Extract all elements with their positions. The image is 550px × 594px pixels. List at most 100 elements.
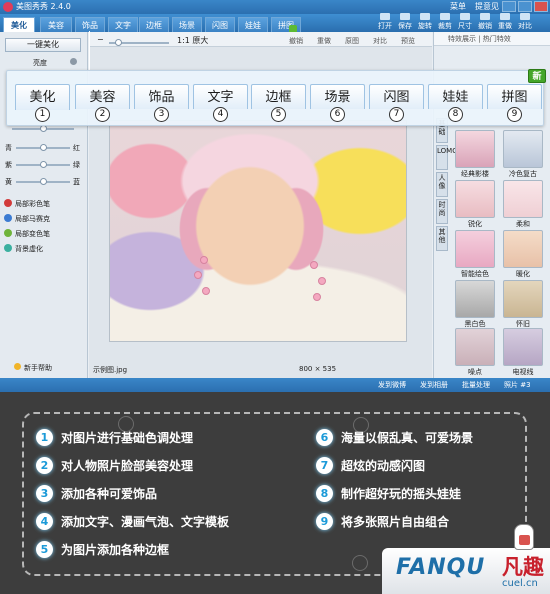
side-tab-lomo[interactable]: LOMO [436, 145, 458, 170]
share-weibo-link[interactable]: 发到微博 [378, 378, 406, 392]
effect-thumb[interactable]: 怀旧 [500, 280, 546, 330]
redo-button[interactable]: 重做 [494, 13, 516, 31]
app-title: 美图秀秀 2.4.0 [16, 2, 71, 11]
blur-icon [4, 244, 12, 252]
feedback-link[interactable]: 提意见 [475, 0, 499, 14]
background-blur[interactable]: 背景虚化 [4, 244, 43, 254]
preview-button[interactable]: 预览 [401, 36, 415, 46]
headphone-bead [200, 256, 208, 264]
effect-thumb[interactable]: 锐化 [452, 180, 498, 230]
effect-thumb[interactable]: 冷色复古 [500, 130, 546, 180]
number-badge: 6 [330, 107, 345, 122]
brightness-label: 亮度 [33, 59, 47, 67]
undo-button[interactable]: 撤销 [474, 13, 496, 31]
photo-canvas[interactable] [109, 120, 407, 342]
brightness-slider[interactable] [12, 125, 74, 132]
color-left-label: 黄 [5, 178, 12, 186]
reset-icon[interactable] [70, 58, 77, 65]
purple-green-slider[interactable] [16, 161, 70, 168]
batch-process-link[interactable]: 批量处理 [462, 378, 490, 392]
original-button[interactable]: 原图 [345, 36, 359, 46]
callout-pointer-line [89, 31, 90, 71]
side-tab-portrait[interactable]: 人像 [436, 172, 448, 197]
photo-count-label: 照片 #3 [504, 381, 531, 389]
effect-thumb[interactable]: 经典影楼 [452, 130, 498, 180]
compare-view-button[interactable]: 对比 [373, 36, 387, 46]
number-badge: 5 [271, 107, 286, 122]
menu-link[interactable]: 菜单 [450, 0, 466, 14]
zoom-slider[interactable] [109, 39, 169, 46]
overlay-tab-wawa[interactable]: 娃娃 [428, 84, 483, 109]
canvas-undo-button[interactable]: 撤销 [289, 36, 303, 46]
minimize-icon[interactable] [502, 1, 516, 12]
yellow-blue-slider[interactable] [16, 178, 70, 185]
headphone-bead [194, 271, 202, 279]
effects-header[interactable]: 特效展示 | 热门特效 [434, 32, 550, 46]
watermark-brand: FANQU [396, 555, 486, 580]
effect-thumb[interactable]: 智能绘色 [452, 230, 498, 280]
overlay-tab-wenzi[interactable]: 文字 [193, 84, 248, 109]
canvas-redo-button[interactable]: 重做 [317, 36, 331, 46]
zoom-out-icon[interactable]: − [97, 35, 104, 44]
window-controls [502, 1, 548, 12]
resize-button[interactable]: 尺寸 [454, 13, 476, 31]
rotate-button[interactable]: 旋转 [414, 13, 436, 31]
tab-shipin[interactable]: 饰品 [75, 17, 105, 32]
headphone-bead [202, 287, 210, 295]
effect-thumb[interactable]: 黑白色 [452, 280, 498, 330]
cup-logo-icon [514, 524, 534, 550]
overlay-tab-shantu[interactable]: 闪图 [369, 84, 424, 109]
local-color-pen[interactable]: 局部彩色笔 [4, 199, 50, 209]
color-right-label: 红 [73, 144, 80, 152]
color-pen-icon [4, 199, 12, 207]
bulb-icon [14, 363, 21, 370]
close-icon[interactable] [534, 1, 548, 12]
zoom-label[interactable]: 1:1 原大 [177, 35, 208, 46]
overlay-tab-shipin[interactable]: 饰品 [134, 84, 189, 109]
local-recolor-pen[interactable]: 局部变色笔 [4, 229, 50, 239]
tab-wenzi[interactable]: 文字 [108, 17, 138, 32]
overlay-tab-pintu[interactable]: 拼图 [487, 84, 542, 109]
dimension-label: 800 × 535 [299, 365, 337, 373]
one-key-beautify-button[interactable]: 一键美化 [5, 38, 81, 52]
tab-biankuang[interactable]: 边框 [139, 17, 169, 32]
open-button[interactable]: 打开 [374, 13, 396, 31]
side-tab-other[interactable]: 其他 [436, 226, 448, 251]
status-bar: 发到微博 发到相册 批量处理 照片 #3 [0, 378, 550, 392]
number-badge: 3 [154, 107, 169, 122]
effect-thumb[interactable]: 暖化 [500, 230, 546, 280]
color-right-label: 蓝 [73, 178, 80, 186]
overlay-tab-meirong[interactable]: 美容 [75, 84, 130, 109]
share-album-link[interactable]: 发到相册 [420, 378, 448, 392]
new-badge: 新 [528, 69, 546, 83]
tab-shantu[interactable]: 闪图 [205, 17, 235, 32]
overlay-tab-changjing[interactable]: 场景 [310, 84, 365, 109]
crop-button[interactable]: 裁剪 [434, 13, 456, 31]
effect-thumb[interactable]: 柔和 [500, 180, 546, 230]
filename-label: 示例图.jpg [93, 366, 128, 374]
headphone-bead [310, 261, 318, 269]
title-bar: 美图秀秀 2.4.0 菜单 提意见 [0, 0, 550, 14]
save-button[interactable]: 保存 [394, 13, 416, 31]
number-badge: 8 [448, 107, 463, 122]
overlay-tab-biankuang[interactable]: 边框 [251, 84, 306, 109]
watermark-cn: 凡趣 [502, 555, 544, 579]
headphone-bead [318, 277, 326, 285]
number-badge: 2 [95, 107, 110, 122]
tab-wawa[interactable]: 娃娃 [238, 17, 268, 32]
effect-thumb[interactable]: 电视线 [500, 328, 546, 378]
tab-meihua[interactable]: 美化 [3, 17, 35, 32]
cyan-red-slider[interactable] [16, 144, 70, 151]
effect-thumb[interactable]: 噪点 [452, 328, 498, 378]
compare-button[interactable]: 对比 [514, 13, 536, 31]
color-left-label: 紫 [5, 161, 12, 169]
number-badge: 4 [213, 107, 228, 122]
local-mosaic-pen[interactable]: 局部马赛克 [4, 214, 50, 224]
maximize-icon[interactable] [518, 1, 532, 12]
newbie-help-link[interactable]: 新手帮助 [14, 363, 52, 373]
tab-changjing[interactable]: 场景 [172, 17, 202, 32]
tab-meirong[interactable]: 美容 [40, 17, 72, 32]
tab-callout-overlay: 新 美化 美容 饰品 文字 边框 场景 闪图 娃娃 拼图 1 2 3 4 5 6… [6, 69, 546, 126]
side-tab-fashion[interactable]: 时尚 [436, 199, 448, 224]
number-badge: 9 [507, 107, 522, 122]
